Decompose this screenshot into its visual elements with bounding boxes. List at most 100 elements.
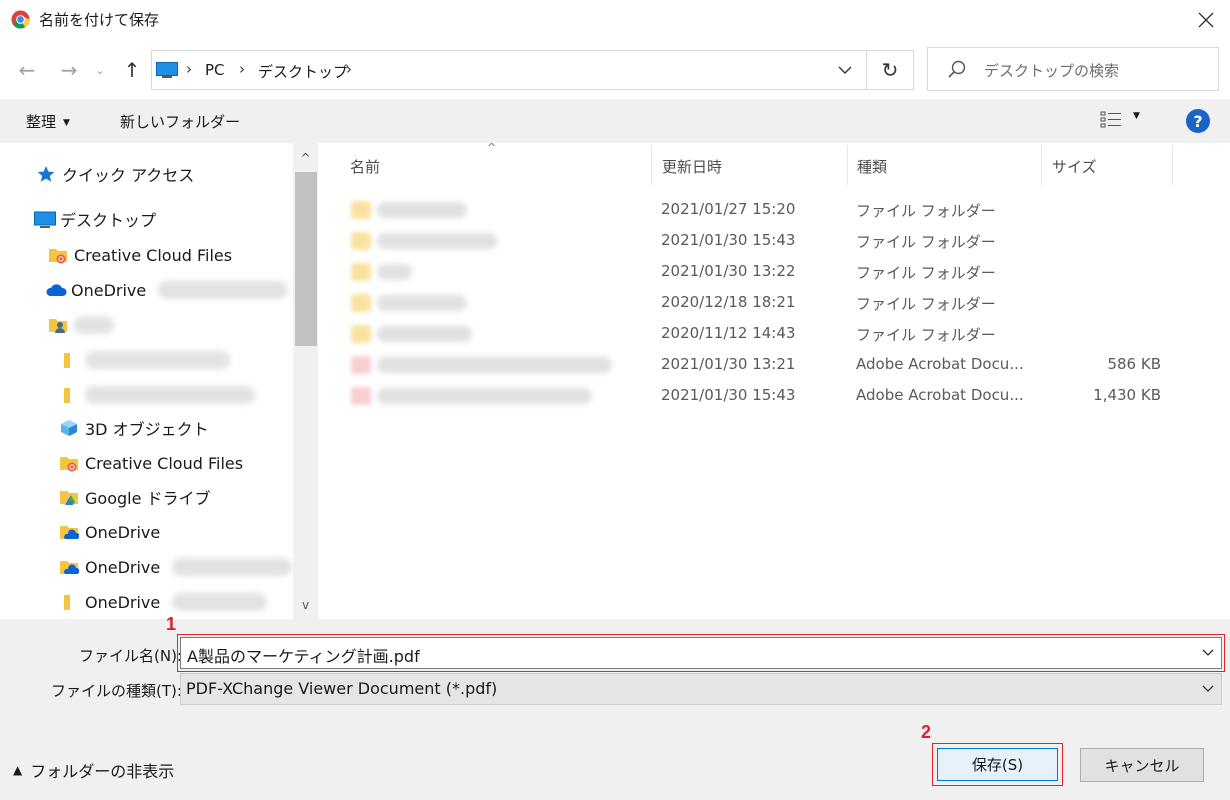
filename-label: ファイル名(N):: [79, 647, 182, 665]
nav-item-3d-objects[interactable]: 3D オブジェクト: [59, 413, 209, 443]
cell-size: 1,430 KB: [1093, 386, 1161, 404]
nav-item-desktop[interactable]: デスクトップ: [34, 204, 156, 234]
filename-value: A製品のマーケティング計画.pdf: [187, 647, 420, 666]
filetype-select[interactable]: PDF-XChange Viewer Document (*.pdf): [180, 673, 1222, 705]
back-button[interactable]: ←: [11, 54, 43, 86]
creative-cloud-folder-icon: [59, 453, 79, 473]
chevron-up-icon: ▲: [13, 763, 23, 777]
cell-size: 586 KB: [1107, 355, 1161, 373]
nav-item-google-drive[interactable]: Google ドライブ: [59, 482, 211, 512]
breadcrumb-pc[interactable]: PC: [205, 61, 225, 79]
nav-item-label: デスクトップ: [60, 211, 157, 230]
chevron-right-icon: ›: [346, 60, 352, 78]
scroll-up-icon[interactable]: ^: [293, 146, 318, 170]
search-icon: [948, 60, 966, 78]
cell-modified: 2021/01/30 15:43: [661, 231, 796, 249]
scroll-thumb[interactable]: [295, 172, 317, 346]
nav-item-onedrive[interactable]: OneDrive: [45, 275, 289, 305]
cell-modified: 2020/11/12 14:43: [661, 324, 796, 342]
column-header-modified[interactable]: 更新日時: [662, 156, 722, 177]
column-header-size[interactable]: サイズ: [1052, 156, 1097, 177]
chevron-down-icon: ⌄: [95, 63, 105, 77]
nav-item-onedrive-3[interactable]: OneDrive: [59, 552, 293, 582]
search-input[interactable]: デスクトップの検索: [927, 47, 1219, 91]
folder-icon: [59, 385, 79, 405]
redacted-filename: [377, 357, 612, 373]
nav-item-onedrive-4[interactable]: OneDrive: [59, 587, 268, 617]
column-divider[interactable]: [1172, 145, 1173, 185]
redacted-filename: [377, 264, 412, 280]
sort-ascending-icon: ^: [487, 141, 497, 154]
chevron-down-icon[interactable]: [1201, 682, 1215, 696]
details-view-icon[interactable]: [1100, 110, 1122, 130]
column-divider[interactable]: [847, 145, 848, 185]
address-dropdown-button[interactable]: [831, 56, 859, 84]
redacted-text: [158, 281, 289, 299]
help-icon[interactable]: ?: [1186, 109, 1210, 133]
column-divider[interactable]: [1041, 145, 1042, 185]
cell-modified: 2020/12/18 18:21: [661, 293, 796, 311]
arrow-right-icon: →: [60, 58, 78, 82]
table-row[interactable]: 2021/01/30 13:22 ファイル フォルダー: [321, 257, 1230, 288]
nav-item-onedrive-2[interactable]: OneDrive: [59, 517, 160, 547]
new-folder-button[interactable]: 新しいフォルダー: [120, 111, 240, 132]
nav-item-label: OneDrive: [85, 592, 161, 612]
caret-down-icon: ▼: [63, 118, 70, 128]
address-bar[interactable]: › PC › デスクトップ ›: [151, 50, 867, 90]
navigation-pane: クイック アクセス デスクトップ Creative Cloud Files On…: [0, 143, 318, 619]
nav-scrollbar[interactable]: ^ v: [293, 143, 318, 619]
cell-type: ファイル フォルダー: [856, 202, 996, 220]
chevron-down-icon: [838, 66, 852, 74]
folder-icon: [351, 201, 371, 219]
command-bar: 整理 ▼ 新しいフォルダー ▼ ?: [0, 99, 1230, 143]
refresh-button[interactable]: ↻: [867, 50, 914, 90]
cell-modified: 2021/01/30 13:21: [661, 355, 796, 373]
table-row[interactable]: 2020/11/12 14:43 ファイル フォルダー: [321, 319, 1230, 350]
nav-item-creative-cloud[interactable]: Creative Cloud Files: [48, 240, 232, 270]
table-row[interactable]: 2021/01/30 13:21 Adobe Acrobat Docu... 586…: [321, 350, 1230, 381]
filename-input[interactable]: A製品のマーケティング計画.pdf: [180, 637, 1222, 669]
nav-item-label: クイック アクセス: [62, 166, 195, 185]
star-icon: [36, 164, 56, 184]
cell-type: ファイル フォルダー: [856, 295, 996, 313]
nav-item-quick-access[interactable]: クイック アクセス: [36, 159, 194, 189]
nav-item-user-folder[interactable]: [48, 310, 114, 340]
cube-icon: [59, 418, 79, 438]
organize-button[interactable]: 整理 ▼: [26, 111, 70, 132]
filetype-value: PDF-XChange Viewer Document (*.pdf): [186, 679, 498, 698]
up-button[interactable]: ↑: [116, 54, 148, 86]
nav-item-folder[interactable]: [59, 345, 230, 375]
hide-folders-button[interactable]: ▲ フォルダーの非表示: [13, 758, 174, 782]
arrow-left-icon: ←: [18, 58, 36, 82]
redacted-text: [172, 593, 268, 611]
table-row[interactable]: 2021/01/27 15:20 ファイル フォルダー: [321, 195, 1230, 226]
column-header-type[interactable]: 種類: [857, 156, 887, 177]
onedrive-folder-icon: [59, 557, 80, 577]
forward-button[interactable]: →: [53, 54, 85, 86]
breadcrumb-desktop[interactable]: デスクトップ: [258, 61, 348, 82]
folder-icon: [351, 294, 371, 312]
redacted-text: [74, 316, 114, 334]
nav-item-creative-cloud-2[interactable]: Creative Cloud Files: [59, 448, 243, 478]
table-row[interactable]: 2020/12/18 18:21 ファイル フォルダー: [321, 288, 1230, 319]
onedrive-cloud-icon: [45, 280, 67, 300]
user-folder-icon: [48, 315, 68, 335]
cell-type: ファイル フォルダー: [856, 326, 996, 344]
column-divider[interactable]: [651, 145, 652, 185]
table-row[interactable]: 2021/01/30 15:43 ファイル フォルダー: [321, 226, 1230, 257]
cancel-button[interactable]: キャンセル: [1080, 748, 1204, 782]
save-button[interactable]: 保存(S): [937, 748, 1058, 781]
filetype-label: ファイルの種類(T):: [51, 682, 182, 700]
chevron-down-icon[interactable]: [1201, 646, 1215, 660]
cell-modified: 2021/01/30 13:22: [661, 262, 796, 280]
column-header-name[interactable]: 名前: [350, 156, 380, 177]
recent-locations-button[interactable]: ⌄: [89, 54, 111, 86]
nav-item-folder[interactable]: [59, 380, 255, 410]
nav-item-label: OneDrive: [85, 522, 161, 542]
cell-type: ファイル フォルダー: [856, 233, 996, 251]
onedrive-folder-icon: [59, 522, 80, 542]
close-button[interactable]: [1184, 4, 1228, 36]
view-options-caret-icon[interactable]: ▼: [1133, 111, 1140, 121]
scroll-down-icon[interactable]: v: [293, 593, 318, 617]
table-row[interactable]: 2021/01/30 15:43 Adobe Acrobat Docu... 1,4…: [321, 381, 1230, 412]
